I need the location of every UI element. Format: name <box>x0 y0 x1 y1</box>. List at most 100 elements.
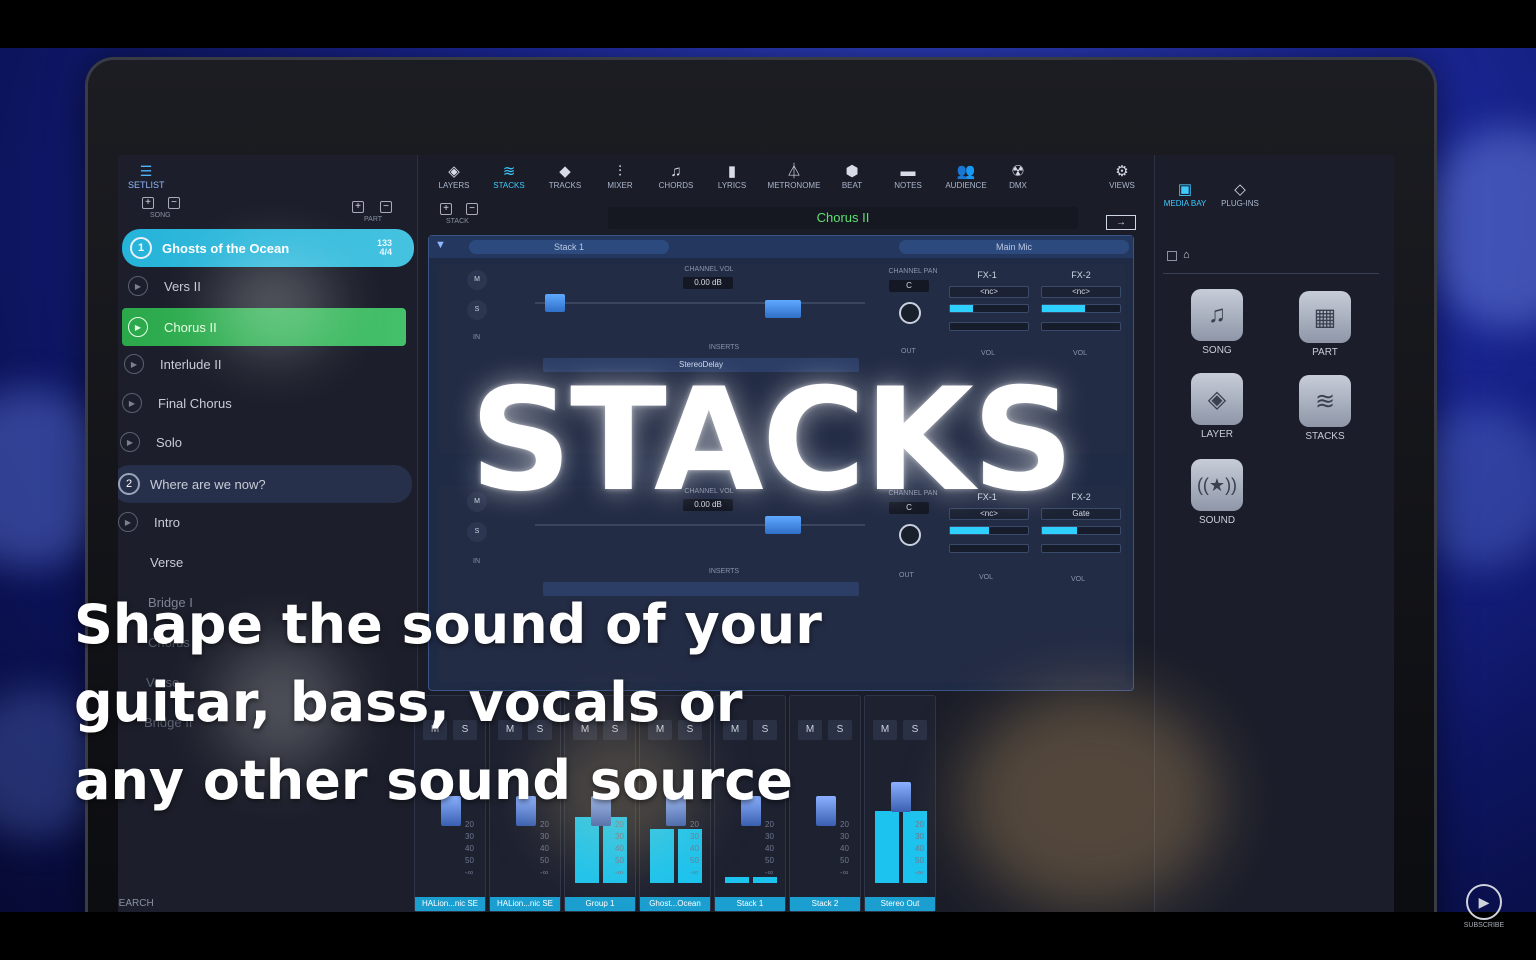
home-icon[interactable]: ⌂ <box>1183 249 1190 261</box>
part-row[interactable]: ▶ Solo <box>118 423 414 461</box>
mixer-channel-label[interactable]: Stack 2 <box>790 897 860 911</box>
plug-icon: ◇ <box>1234 181 1246 198</box>
mixer-solo-button[interactable]: S <box>903 720 927 740</box>
level-meter <box>875 811 899 883</box>
fader-scale-tick: 40 <box>765 844 774 853</box>
input-fader-handle[interactable] <box>545 294 565 312</box>
fx2-pan[interactable] <box>1041 544 1121 553</box>
setlist-tab[interactable]: ☰ SETLIST <box>128 163 165 190</box>
mixer-channel-label[interactable]: Stereo Out <box>865 897 935 911</box>
fx2-pan[interactable] <box>1041 322 1121 331</box>
play-icon[interactable]: ▶ <box>118 512 138 532</box>
tab-layers[interactable]: ◈ LAYERS <box>434 163 474 190</box>
stack-name[interactable]: Stack 1 <box>469 240 669 254</box>
mixer-channel-label[interactable]: HALion...nic SE <box>415 897 485 911</box>
book-icon: ▮ <box>727 163 737 180</box>
mixer-channel-label[interactable]: Ghost...Ocean <box>640 897 710 911</box>
tab-dmx[interactable]: ☢ DMX <box>1002 163 1034 190</box>
pan-knob[interactable] <box>899 302 921 324</box>
tab-metronome[interactable]: ⏃ METRONOME <box>764 163 824 190</box>
part-tile-label: PART <box>1312 347 1338 358</box>
tab-views[interactable]: ⚙ VIEWS <box>1104 163 1140 190</box>
tab-beat[interactable]: ⬢ BEAT <box>834 163 870 190</box>
search-field[interactable]: SEARCH <box>118 898 154 909</box>
level-meter <box>725 877 749 883</box>
fader-scale-tick: 20 <box>915 820 924 829</box>
tab-plug-ins[interactable]: ◇ PLUG-INS <box>1217 181 1263 208</box>
add-song-button[interactable]: + <box>142 197 154 209</box>
sound-tile[interactable]: ((★)) <box>1191 459 1243 511</box>
tab-audience[interactable]: 👥 AUDIENCE <box>940 163 992 190</box>
fader-scale-tick: 50 <box>540 856 549 865</box>
play-icon: ▶ <box>1466 884 1502 920</box>
fx2-level[interactable] <box>1041 526 1121 535</box>
tab-media-bay[interactable]: ▣ MEDIA BAY <box>1161 181 1209 208</box>
tab-tracks[interactable]: ◆ TRACKS <box>544 163 586 190</box>
fader-scale-tick: 50 <box>465 856 474 865</box>
remove-song-button[interactable]: − <box>168 197 180 209</box>
part-row[interactable]: ▶ Intro <box>118 503 414 541</box>
input-fader[interactable] <box>535 302 865 304</box>
fader-scale-tick: 30 <box>765 832 774 841</box>
mixer-fader-handle[interactable] <box>891 782 911 812</box>
remove-stack-button[interactable]: − <box>466 203 478 215</box>
subtitle-line: Shape the sound of your <box>74 593 822 656</box>
part-row[interactable]: Verse <box>118 543 414 581</box>
play-icon[interactable]: ▶ <box>124 354 144 374</box>
song-row[interactable]: 2 Where are we now? <box>118 465 412 503</box>
overlay-subtitle: Shape the sound of your guitar, bass, vo… <box>74 586 894 820</box>
mixer-channel-label[interactable]: Stack 1 <box>715 897 785 911</box>
collapse-triangle-icon[interactable]: ▼ <box>435 239 446 251</box>
inserts-label: INSERTS <box>708 568 740 575</box>
mixer-channel-label[interactable]: Group 1 <box>565 897 635 911</box>
tab-mixer[interactable]: ⫶ MIXER <box>600 163 640 190</box>
fx1-level[interactable] <box>949 526 1029 535</box>
fx1-level[interactable] <box>949 304 1029 313</box>
play-icon[interactable]: ▶ <box>120 432 140 452</box>
part-tools-label: PART <box>364 216 383 223</box>
tab-notes[interactable]: ▬ NOTES <box>888 163 928 190</box>
fx2-level[interactable] <box>1041 304 1121 313</box>
stack-input[interactable]: Main Mic <box>899 240 1129 254</box>
add-part-button[interactable]: + <box>352 201 364 213</box>
fader-scale-tick: 20 <box>765 820 774 829</box>
solo-button[interactable]: S <box>467 300 487 320</box>
layer-tile[interactable]: ◈ <box>1191 373 1243 425</box>
stacks-tile[interactable]: ≋ <box>1299 375 1351 427</box>
current-part-title: Chorus II <box>608 207 1078 229</box>
select-checkbox[interactable] <box>1167 251 1177 261</box>
fx1-send[interactable]: <nc> <box>949 286 1029 298</box>
tab-lyrics[interactable]: ▮ LYRICS <box>712 163 752 190</box>
fx1-pan[interactable] <box>949 544 1029 553</box>
channel-vol-fader[interactable] <box>765 300 801 318</box>
tab-chords[interactable]: ♫ CHORDS <box>654 163 698 190</box>
fader-scale-tick: -∞ <box>915 868 924 877</box>
remove-part-button[interactable]: − <box>380 201 392 213</box>
mute-button[interactable]: M <box>467 270 487 290</box>
pan-knob[interactable] <box>899 524 921 546</box>
fader-scale-tick: 50 <box>765 856 774 865</box>
layer-icon: ◈ <box>1207 385 1227 413</box>
sound-icon: ((★)) <box>1196 474 1238 495</box>
subscribe-button[interactable]: ▶ SUBSCRIBE <box>1462 884 1506 929</box>
level-meter <box>753 877 777 883</box>
mixer-channel-label[interactable]: HALion...nic SE <box>490 897 560 911</box>
channel-pan-value[interactable]: C <box>889 280 929 292</box>
fx1-pan[interactable] <box>949 322 1029 331</box>
play-icon[interactable]: ▶ <box>122 393 142 413</box>
vol-label: VOL <box>979 574 994 581</box>
notes-icon: ▬ <box>900 163 916 180</box>
song-tile[interactable]: ♫ <box>1191 289 1243 341</box>
arrow-right-icon[interactable]: → <box>1106 215 1136 230</box>
gear-icon: ⚙ <box>1115 163 1129 180</box>
fx2-send[interactable]: <nc> <box>1041 286 1121 298</box>
play-icon[interactable]: ▶ <box>128 276 148 296</box>
fader-scale-tick: -∞ <box>840 868 849 877</box>
play-icon[interactable]: ▶ <box>128 317 148 337</box>
inserts-label: INSERTS <box>708 344 740 351</box>
part-tile[interactable]: ▦ <box>1299 291 1351 343</box>
add-stack-button[interactable]: + <box>440 203 452 215</box>
tab-stacks[interactable]: ≋ STACKS <box>488 163 530 190</box>
part-row[interactable]: ▶ Final Chorus <box>118 384 414 422</box>
channel-vol-value[interactable]: 0.00 dB <box>683 277 733 289</box>
